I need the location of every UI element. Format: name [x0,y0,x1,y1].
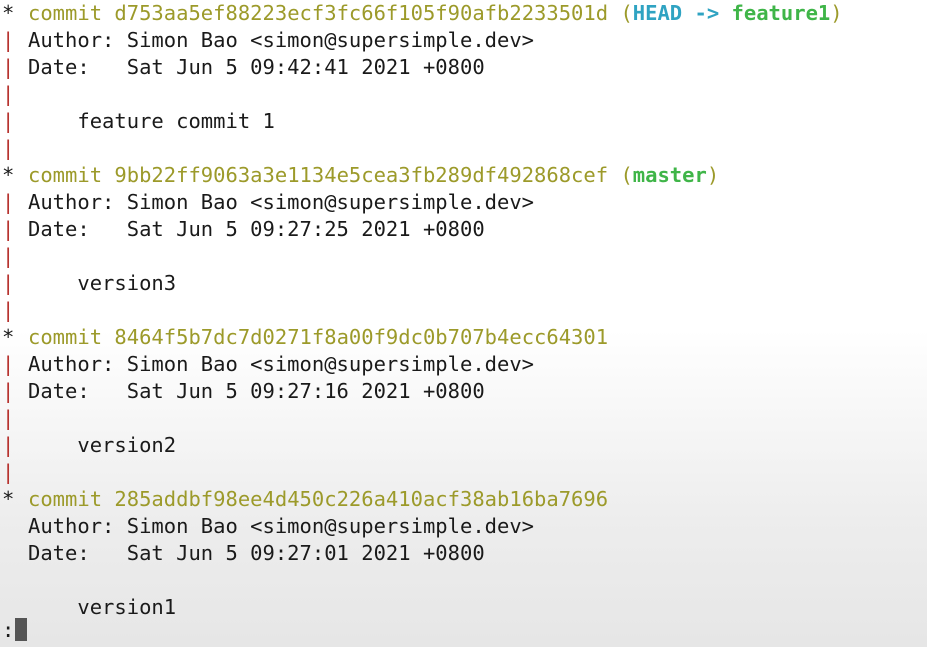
date-line: | Date: Sat Jun 5 09:27:16 2021 +0800 [0,378,485,405]
ref-open-paren: ( [620,1,633,25]
pager-prompt: : [2,618,15,642]
blank-line: | [0,297,28,324]
graph-edge: | [2,82,15,106]
blank-line: | [0,459,28,486]
author-text: Author: Simon Bao <simon@supersimple.dev… [28,190,535,214]
blank-line: | [0,135,28,162]
terminal-window: * commit d753aa5ef88223ecf3fc66f105f90afb… [0,0,927,647]
date-line: Date: Sat Jun 5 09:27:01 2021 +0800 [0,540,485,567]
author-line: | Author: Simon Bao <simon@supersimple.de… [0,351,534,378]
date-text: Date: Sat Jun 5 09:27:25 2021 +0800 [28,217,485,241]
author-text: Author: Simon Bao <simon@supersimple.dev… [28,352,535,376]
graph-node: * [2,163,15,187]
author-line: Author: Simon Bao <simon@supersimple.dev… [0,513,534,540]
commit-header-line: * commit 8464f5b7dc7d0271f8a00f9dc0b707b4… [0,324,608,351]
commit-message: version2 [77,433,177,457]
commit-keyword: commit [28,1,103,25]
graph-edge: | [2,298,15,322]
ref-arrow: -> [694,1,720,25]
graph-edge: | [2,271,15,295]
graph-edge: | [2,55,15,79]
date-text: Date: Sat Jun 5 09:42:41 2021 +0800 [28,55,485,79]
ref-close-paren: ) [706,163,720,187]
graph-edge: | [2,352,15,376]
ref-open-paren: ( [620,163,633,187]
message-line: | feature commit 1 [0,108,275,135]
author-line: | Author: Simon Bao <simon@supersimple.de… [0,189,534,216]
commit-keyword: commit [28,325,103,349]
message-line: | version3 [0,270,176,297]
commit-message: version1 [77,595,177,619]
graph-node: * [2,325,15,349]
branch-ref: feature1 [731,1,831,25]
commit-hash[interactable]: 9bb22ff9063a3e1134e5cea3fb289df492868cef [114,163,608,187]
branch-ref: master [632,163,707,187]
date-line: | Date: Sat Jun 5 09:27:25 2021 +0800 [0,216,485,243]
commit-hash[interactable]: d753aa5ef88223ecf3fc66f105f90afb2233501d [114,1,608,25]
date-text: Date: Sat Jun 5 09:27:16 2021 +0800 [28,379,485,403]
graph-edge: | [2,28,15,52]
graph-edge: | [2,244,15,268]
graph-edge: | [2,406,15,430]
ref-close-paren: ) [830,1,843,25]
date-line: | Date: Sat Jun 5 09:42:41 2021 +0800 [0,54,485,81]
graph-edge: | [2,109,15,133]
graph-edge: | [2,433,15,457]
commit-hash[interactable]: 8464f5b7dc7d0271f8a00f9dc0b707b4ecc64301 [114,325,608,349]
graph-node: * [2,1,15,25]
graph-edge: | [2,136,15,160]
graph-edge: | [2,379,15,403]
graph-edge: | [2,217,15,241]
head-ref: HEAD [632,1,683,25]
author-text: Author: Simon Bao <simon@supersimple.dev… [28,514,535,538]
blank-line: | [0,81,28,108]
commit-message: feature commit 1 [77,109,275,133]
graph-node: * [2,487,15,511]
graph-edge: | [2,460,15,484]
commit-keyword: commit [28,163,103,187]
commit-header-line: * commit 9bb22ff9063a3e1134e5cea3fb289df4… [0,162,719,189]
commit-hash[interactable]: 285addbf98ee4d450c226a410acf38ab16ba7696 [114,487,608,511]
graph-edge: | [2,190,15,214]
commit-message: version3 [77,271,177,295]
blank-line: | [0,243,28,270]
author-line: | Author: Simon Bao <simon@supersimple.de… [0,27,534,54]
date-text: Date: Sat Jun 5 09:27:01 2021 +0800 [28,541,485,565]
author-text: Author: Simon Bao <simon@supersimple.dev… [28,28,535,52]
commit-header-line: * commit 285addbf98ee4d450c226a410acf38ab… [0,486,608,513]
commit-keyword: commit [28,487,103,511]
pager-prompt-line[interactable]: : [0,617,28,644]
blank-line: | [0,405,28,432]
text-cursor [15,618,28,641]
commit-header-line: * commit d753aa5ef88223ecf3fc66f105f90afb… [0,0,843,27]
message-line: | version2 [0,432,176,459]
